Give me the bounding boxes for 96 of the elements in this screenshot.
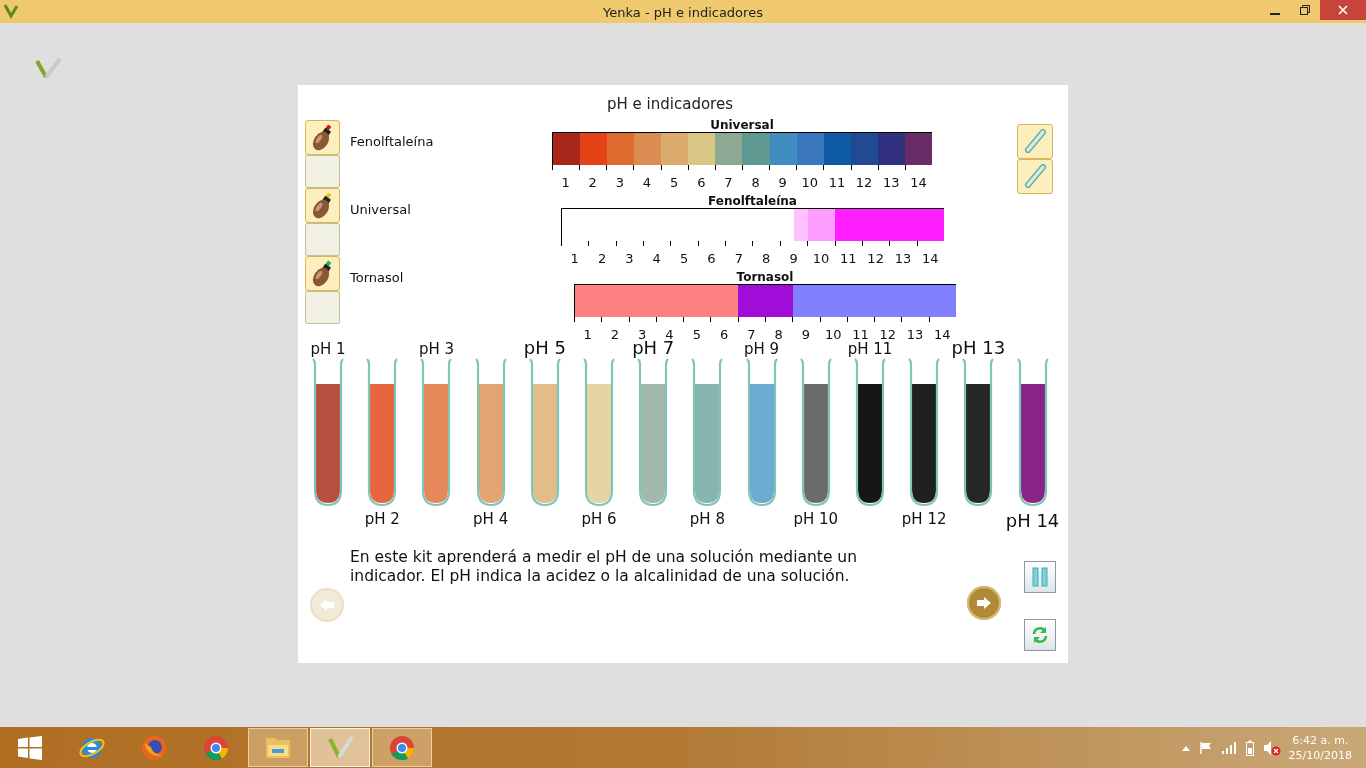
scale-label: 4 <box>642 175 652 190</box>
pause-icon <box>1032 567 1048 587</box>
tube-label: pH 2 <box>364 512 400 528</box>
tube-label: pH 6 <box>581 512 617 528</box>
scale-label: 8 <box>762 251 771 266</box>
scale-label: 10 <box>824 327 842 342</box>
clock-time[interactable]: 6:42 a. m. <box>1288 732 1352 748</box>
scale-label: 2 <box>597 251 607 266</box>
scale-label: 13 <box>883 175 900 190</box>
restore-icon <box>1300 5 1310 15</box>
scale-label: 5 <box>670 175 679 190</box>
clock-date[interactable]: 25/10/2018 <box>1288 747 1352 763</box>
scale-label: 2 <box>588 175 597 190</box>
scale-label: 1 <box>583 327 592 342</box>
test-tube[interactable] <box>853 358 886 508</box>
indicator-bottle-button[interactable] <box>305 120 340 155</box>
scale-label: 11 <box>840 251 857 266</box>
scale-label: 7 <box>747 327 756 342</box>
next-button[interactable] <box>967 586 1001 620</box>
tube-label: pH 8 <box>689 512 725 528</box>
refresh-icon <box>1030 625 1050 645</box>
left-arrow-icon <box>319 598 335 612</box>
scale-label: 3 <box>615 175 624 190</box>
pause-button[interactable] <box>1024 561 1056 593</box>
refresh-button[interactable] <box>1024 619 1056 651</box>
windows-logo-icon <box>17 734 43 761</box>
indicator-bottle-button[interactable] <box>305 188 340 223</box>
tube-label: pH 1 <box>310 342 346 358</box>
scale-label: 14 <box>922 251 939 266</box>
scale-label: 13 <box>906 327 924 342</box>
close-icon <box>1338 5 1348 15</box>
scale-label: 7 <box>734 251 743 266</box>
tube-label: pH 5 <box>523 339 566 358</box>
scale-label: 13 <box>894 251 912 266</box>
tube-label: pH 11 <box>847 342 893 358</box>
flag-icon[interactable] <box>1198 740 1213 755</box>
description-text: En este kit aprenderá a medir el pH de una solución mediante un indicador. El pH indica la acidez o la alcalinidad de una solución. <box>350 548 858 586</box>
tube-label: pH 12 <box>901 512 947 528</box>
scale-label: 5 <box>692 327 701 342</box>
taskbar-app-button[interactable] <box>372 728 432 767</box>
scale-label: 12 <box>855 175 873 190</box>
tube-label: pH 7 <box>632 339 675 358</box>
scale-label: 12 <box>879 327 896 342</box>
indicator-label: Tornasol <box>350 269 404 287</box>
minimize-icon <box>1270 13 1280 15</box>
scale-label: 8 <box>774 327 783 342</box>
scale-label: 6 <box>697 175 706 190</box>
scale-label: 12 <box>867 251 884 266</box>
tube-label: pH 3 <box>418 342 455 358</box>
test-tube[interactable] <box>908 358 941 508</box>
scale-label: 4 <box>665 327 674 342</box>
scale-label: 8 <box>751 175 760 190</box>
scale-label: 9 <box>789 251 798 266</box>
scale-label: 5 <box>679 251 689 266</box>
scale-label: 6 <box>719 327 729 342</box>
taskbar-app-button[interactable] <box>248 728 308 767</box>
scale-title: Fenolftaleína <box>707 194 798 208</box>
scale-label: 6 <box>707 251 716 266</box>
test-tube-button[interactable] <box>1017 124 1053 159</box>
indicator-label: Fenolftaleína <box>350 133 434 151</box>
tube-label: pH 4 <box>473 512 509 528</box>
scale-label: 9 <box>801 327 811 342</box>
activity-title: pH e indicadores <box>606 94 734 115</box>
muted-speaker-icon[interactable] <box>1262 739 1281 756</box>
tube-label: pH 13 <box>951 339 1006 358</box>
signal-icon[interactable] <box>1220 741 1237 754</box>
scale-label: 11 <box>828 175 846 190</box>
scale-title: Tornasol <box>735 270 795 284</box>
scale-title: Universal <box>709 118 775 132</box>
indicator-label: Universal <box>350 201 411 219</box>
right-arrow-icon <box>976 596 992 610</box>
scale-label: 7 <box>724 175 733 190</box>
tube-label: pH 14 <box>1005 512 1060 531</box>
scale-label: 14 <box>934 327 951 342</box>
scale-label: 14 <box>910 175 927 190</box>
battery-icon[interactable] <box>1244 739 1255 756</box>
window-title: Yenka - pH e indicadores <box>603 5 763 20</box>
scale-label: 4 <box>652 251 661 266</box>
scale-label: 9 <box>778 175 787 190</box>
tube-label: pH 10 <box>793 512 839 528</box>
scale-label: 2 <box>610 327 620 342</box>
test-tube-icon <box>1023 163 1047 190</box>
scale-label: 3 <box>625 251 634 266</box>
scale-label: 10 <box>812 251 830 266</box>
indicator-bottle-button[interactable] <box>305 256 340 291</box>
test-tube-icon <box>1023 128 1047 155</box>
scale-label: 11 <box>852 327 869 342</box>
scale-label: 3 <box>638 327 647 342</box>
scale-label: 10 <box>801 175 819 190</box>
test-tube-button[interactable] <box>1017 159 1053 194</box>
test-tube[interactable] <box>1016 358 1049 508</box>
app-logo-icon <box>3 3 19 19</box>
scale-label: 1 <box>570 251 579 266</box>
test-tube[interactable] <box>962 358 995 508</box>
tube-label: pH 9 <box>744 342 780 358</box>
scale-label: 1 <box>561 175 570 190</box>
